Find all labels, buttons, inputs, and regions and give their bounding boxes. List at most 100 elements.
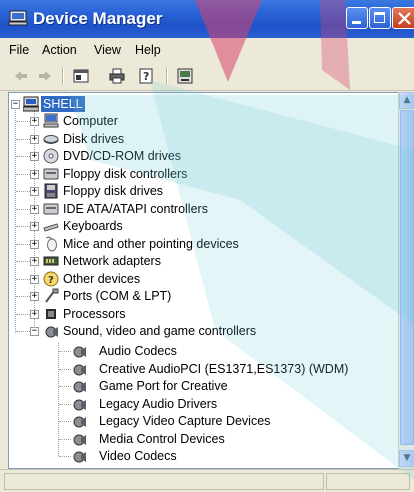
tree-category-label[interactable]: Sound, video and game controllers (63, 323, 256, 339)
tree-device-row[interactable]: Legacy Video Capture Devices (9, 413, 389, 430)
device-tree[interactable]: − SHELL + Computer + Disk drives + DVD/CD-ROM… (8, 92, 399, 469)
tree-category-row[interactable]: + IDE ATA/ATAPI controllers (9, 201, 389, 218)
tree-connector (59, 403, 71, 405)
sound-device-icon (73, 451, 86, 463)
tree-connector (59, 421, 71, 422)
expand-toggle[interactable]: + (30, 274, 39, 284)
tree-category-label[interactable]: Disk drives (63, 131, 124, 147)
tree-category-row[interactable]: + Network adapters (9, 253, 389, 270)
port-icon (45, 288, 59, 303)
tree-category-row[interactable]: + Processors (9, 306, 389, 323)
forward-icon[interactable] (36, 67, 54, 85)
scroll-thumb[interactable] (400, 110, 414, 445)
expand-toggle[interactable]: + (30, 169, 39, 179)
minimize-icon (352, 21, 361, 24)
floppy-controller-icon (43, 168, 59, 179)
tree-category-row[interactable]: +? Other devices (9, 271, 389, 288)
expand-toggle[interactable]: + (30, 222, 39, 231)
tree-category-label[interactable]: Mice and other pointing devices (63, 236, 239, 252)
tree-root-label[interactable]: SHELL (41, 96, 85, 112)
tree-connector (59, 351, 71, 352)
expand-toggle[interactable]: + (30, 204, 39, 214)
maximize-button[interactable] (369, 7, 391, 29)
menu-bar: File Action View Help (0, 38, 414, 63)
sound-device-icon (73, 364, 86, 375)
tree-category-label[interactable]: Floppy disk controllers (63, 166, 187, 182)
collapse-toggle[interactable]: − (30, 327, 39, 336)
tree-device-label[interactable]: Video Codecs (99, 448, 177, 464)
help-icon[interactable]: ? (138, 67, 156, 85)
menu-action[interactable]: Action (42, 43, 77, 57)
maximize-icon (374, 12, 385, 23)
tree-device-label[interactable]: Legacy Video Capture Devices (99, 413, 270, 429)
disk-drive-icon (43, 134, 59, 144)
unknown-device-icon: ? (43, 271, 59, 286)
sound-device-icon (73, 381, 86, 393)
tree-category-row[interactable]: + Ports (COM & LPT) (9, 288, 389, 305)
tree-category-label[interactable]: Ports (COM & LPT) (63, 288, 171, 304)
tree-connector (59, 368, 71, 370)
sound-icon (45, 326, 58, 338)
expand-toggle[interactable]: + (30, 187, 39, 196)
tree-category-label[interactable]: Processors (63, 306, 126, 322)
expand-toggle[interactable]: + (30, 257, 39, 266)
tree-device-label[interactable]: Creative AudioPCI (ES1371,ES1373) (WDM) (99, 361, 348, 377)
tree-device-row[interactable]: Legacy Audio Drivers (9, 396, 389, 413)
tree-device-label[interactable]: Game Port for Creative (99, 378, 228, 394)
tree-category-row[interactable]: + Floppy disk controllers (9, 166, 389, 183)
expand-toggle[interactable]: + (30, 292, 39, 301)
tree-device-row[interactable]: Video Codecs (9, 448, 389, 465)
properties-icon[interactable] (72, 67, 90, 85)
collapse-toggle[interactable]: − (11, 100, 20, 109)
tree-category-label[interactable]: Computer (63, 113, 118, 129)
scan-hardware-icon[interactable] (176, 67, 194, 85)
tree-device-row[interactable]: Media Control Devices (9, 431, 389, 448)
scroll-down-button[interactable]: ▼ (399, 450, 414, 467)
tree-root-row[interactable]: − SHELL (9, 96, 389, 113)
menu-help[interactable]: Help (135, 43, 161, 57)
tree-device-row[interactable]: Game Port for Creative (9, 378, 389, 395)
floppy-drive-icon (44, 183, 58, 199)
print-icon[interactable] (108, 67, 126, 85)
sound-device-icon (73, 346, 86, 358)
tree-category-row[interactable]: + Keyboards (9, 218, 389, 235)
expand-toggle[interactable]: + (30, 239, 39, 249)
sound-device-icon (73, 434, 86, 445)
title-bar[interactable]: Device Manager (0, 0, 414, 38)
tree-device-label[interactable]: Legacy Audio Drivers (99, 396, 217, 412)
tree-category-label[interactable]: Keyboards (63, 218, 123, 234)
tree-category-row[interactable]: + Computer (9, 113, 389, 130)
expand-toggle[interactable]: + (30, 152, 39, 161)
tree-category-row[interactable]: + Floppy disk drives (9, 183, 389, 200)
tree-category-label[interactable]: DVD/CD-ROM drives (63, 148, 181, 164)
tree-device-label[interactable]: Audio Codecs (99, 343, 177, 359)
menu-view[interactable]: View (94, 43, 121, 57)
minimize-button[interactable] (346, 7, 368, 29)
close-button[interactable] (392, 7, 414, 29)
back-icon[interactable] (12, 67, 30, 85)
tree-category-row[interactable]: + DVD/CD-ROM drives (9, 148, 389, 165)
tree-connector (59, 456, 71, 457)
tree-category-row[interactable]: − Sound, video and game controllers (9, 323, 389, 340)
tree-category-label[interactable]: Floppy disk drives (63, 183, 163, 199)
expand-toggle[interactable]: + (30, 134, 39, 144)
expand-toggle[interactable]: + (30, 309, 39, 319)
expand-toggle[interactable]: + (30, 117, 39, 126)
tree-category-row[interactable]: + Disk drives (9, 131, 389, 148)
tree-device-row[interactable]: Creative AudioPCI (ES1371,ES1373) (WDM) (9, 361, 389, 378)
tree-device-label[interactable]: Media Control Devices (99, 431, 225, 447)
device-manager-window: Device Manager File Action View Help ? −… (0, 0, 414, 492)
tree-category-label[interactable]: IDE ATA/ATAPI controllers (63, 201, 208, 217)
scroll-up-button[interactable]: ▲ (399, 92, 414, 109)
tree-category-label[interactable]: Other devices (63, 271, 140, 287)
tree-connector (59, 386, 71, 387)
vertical-scrollbar[interactable]: ▲ ▼ (398, 92, 414, 467)
window-title: Device Manager (33, 9, 163, 28)
tree-category-label[interactable]: Network adapters (63, 253, 161, 269)
tree-category-row[interactable]: + Mice and other pointing devices (9, 236, 389, 253)
tree-device-row[interactable]: Audio Codecs (9, 343, 389, 360)
status-pane (326, 473, 410, 490)
svg-text:?: ? (143, 70, 149, 83)
menu-file[interactable]: File (9, 43, 29, 57)
svg-text:?: ? (48, 275, 54, 286)
